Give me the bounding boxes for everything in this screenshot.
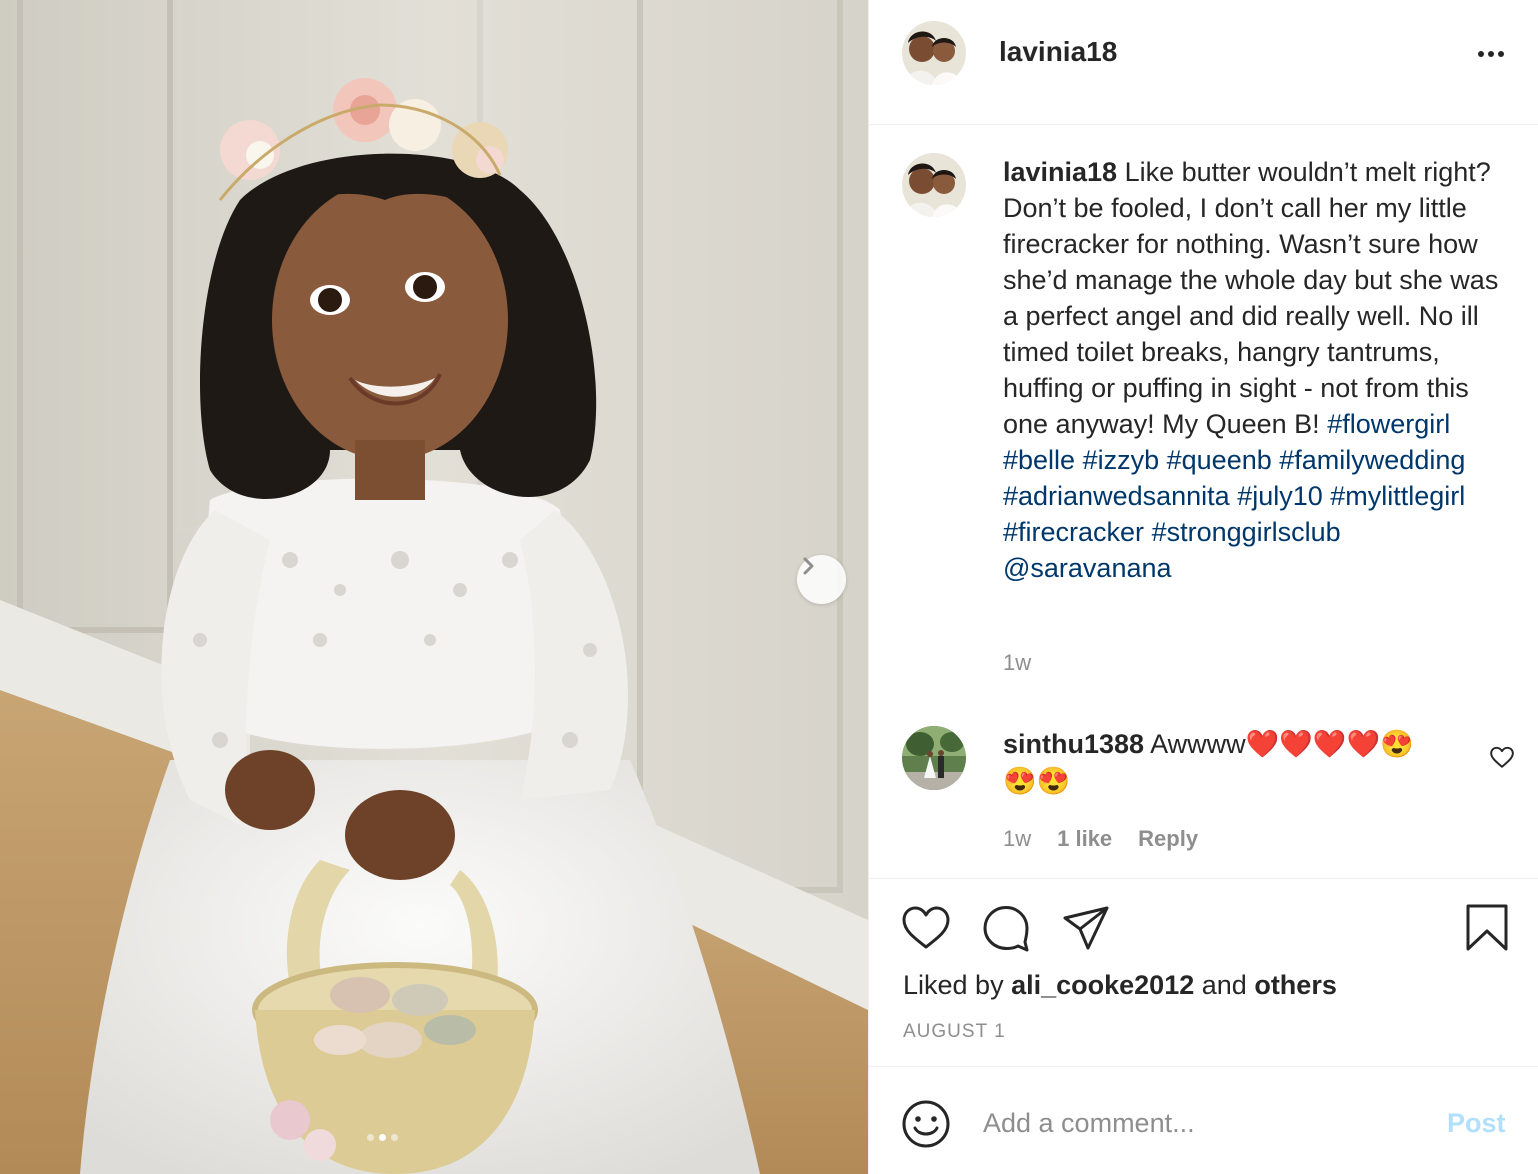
more-dot-icon: [1488, 51, 1494, 57]
post-date[interactable]: AUGUST 1: [903, 1021, 1006, 1043]
comment-bubble-icon: [983, 906, 1029, 952]
avatar-image: [902, 21, 966, 85]
hashtag-link[interactable]: #july10: [1237, 481, 1323, 511]
like-button[interactable]: [901, 903, 951, 953]
post-image: [0, 0, 868, 1174]
hashtag-link[interactable]: #firecracker: [1003, 517, 1144, 547]
carousel-indicator: [367, 1134, 398, 1141]
avatar-image: [902, 153, 966, 217]
carousel-dot-active: [379, 1134, 386, 1141]
commenter-avatar[interactable]: [902, 726, 966, 790]
post-comment-button[interactable]: Post: [1447, 1108, 1506, 1139]
hashtag-link[interactable]: #stronggirlsclub: [1152, 517, 1341, 547]
avatar-image: [902, 726, 966, 790]
carousel-dot: [391, 1134, 398, 1141]
divider: [869, 878, 1538, 879]
comment-likes-count[interactable]: 1 like: [1057, 826, 1112, 852]
liked-by-text: Liked by ali_cooke2012 and others: [903, 970, 1337, 1001]
hashtag-link[interactable]: #adrianwedsannita: [1003, 481, 1230, 511]
reply-button[interactable]: Reply: [1138, 826, 1198, 852]
heart-outline-icon: [1490, 746, 1514, 768]
hashtag-link[interactable]: #flowergirl: [1327, 409, 1450, 439]
liked-by-user[interactable]: ali_cooke2012: [1011, 970, 1194, 1000]
emoji-button[interactable]: [901, 1099, 951, 1149]
save-button[interactable]: [1462, 903, 1512, 953]
comment-timestamp[interactable]: 1w: [1003, 826, 1031, 852]
post-caption: lavinia18 Like butter wouldn’t melt righ…: [1003, 154, 1513, 586]
hashtag-link[interactable]: #mylittlegirl: [1330, 481, 1465, 511]
add-comment-bar: Post: [869, 1066, 1538, 1174]
mention-link[interactable]: @saravanana: [1003, 553, 1172, 583]
liked-by-and: and: [1201, 970, 1247, 1000]
share-button[interactable]: [1061, 903, 1111, 953]
chevron-right-icon: [803, 557, 814, 575]
carousel-dot: [367, 1134, 374, 1141]
bookmark-icon: [1466, 904, 1508, 951]
comment-button[interactable]: [981, 903, 1031, 953]
post-details-panel: lavinia18 lavinia18 Like butter wouldn’t…: [868, 0, 1538, 1174]
comment-like-button[interactable]: [1489, 744, 1515, 770]
more-dot-icon: [1478, 51, 1484, 57]
smiley-icon: [902, 1100, 950, 1148]
hashtag-link[interactable]: #izzyb: [1083, 445, 1160, 475]
caption-avatar[interactable]: [902, 153, 966, 217]
comment-item: sinthu1388 Awwww❤️❤️❤️❤️😍😍😍: [1003, 726, 1443, 800]
post-photo: [0, 0, 868, 1174]
hashtag-link[interactable]: #familywedding: [1279, 445, 1465, 475]
caption-timestamp[interactable]: 1w: [1003, 650, 1031, 676]
paper-plane-icon: [1063, 906, 1109, 950]
comment-input[interactable]: [983, 1103, 1423, 1143]
liked-by-prefix: Liked by: [903, 970, 1004, 1000]
caption-text: Like butter wouldn’t melt right? Don’t b…: [1003, 157, 1499, 439]
heart-icon: [902, 906, 950, 949]
hashtag-link[interactable]: #belle: [1003, 445, 1075, 475]
author-avatar[interactable]: [902, 21, 966, 85]
author-username[interactable]: lavinia18: [999, 36, 1117, 68]
next-photo-button[interactable]: [797, 555, 846, 604]
comment-meta: 1w 1 like Reply: [1003, 826, 1198, 852]
liked-by-others[interactable]: others: [1254, 970, 1337, 1000]
caption-username[interactable]: lavinia18: [1003, 157, 1117, 187]
more-options-button[interactable]: [1473, 40, 1509, 68]
more-dot-icon: [1498, 51, 1504, 57]
comment-username[interactable]: sinthu1388: [1003, 729, 1144, 759]
hashtag-link[interactable]: #queenb: [1167, 445, 1272, 475]
post-header: lavinia18: [869, 0, 1538, 125]
